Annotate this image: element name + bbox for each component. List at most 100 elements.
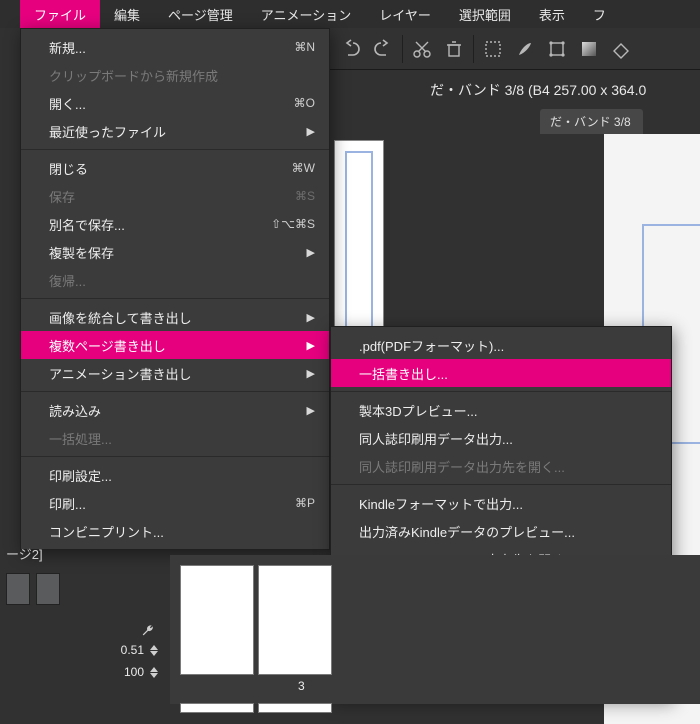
- page-thumb[interactable]: [180, 703, 254, 713]
- menu-animation[interactable]: アニメーション: [247, 0, 365, 28]
- submenu-arrow-icon: ▶: [307, 404, 315, 417]
- submenu-item[interactable]: .pdf(PDFフォーマット)...: [331, 331, 671, 359]
- menu-item[interactable]: 複製を保存▶: [21, 238, 329, 266]
- submenu-item[interactable]: 製本3Dプレビュー...: [331, 396, 671, 424]
- menu-separator: [331, 391, 671, 392]
- menu-item-label: 印刷設定...: [49, 466, 315, 485]
- menu-item[interactable]: 印刷...⌘P: [21, 489, 329, 517]
- page-tab-label[interactable]: ージ2]: [6, 544, 43, 563]
- menu-item[interactable]: 閉じる⌘W: [21, 154, 329, 182]
- document-title: だ・バンド 3/8 (B4 257.00 x 364.0: [430, 80, 646, 100]
- menu-item[interactable]: 新規...⌘N: [21, 33, 329, 61]
- menu-item[interactable]: アニメーション書き出し▶: [21, 359, 329, 387]
- tool-undo[interactable]: [336, 34, 366, 64]
- menu-item-label: 画像を統合して書き出し: [49, 308, 307, 327]
- menu-file[interactable]: ファイル: [20, 0, 100, 28]
- menu-separator: [331, 484, 671, 485]
- submenu-arrow-icon: ▶: [307, 339, 315, 352]
- canvas-page-bg: [334, 140, 384, 340]
- menu-item: 復帰...: [21, 266, 329, 294]
- menu-item-label: 最近使ったファイル: [49, 122, 307, 141]
- page-strip: 3: [170, 555, 700, 704]
- page-thumb[interactable]: [258, 703, 332, 713]
- thumb[interactable]: [6, 573, 30, 605]
- menu-edit[interactable]: 編集: [100, 0, 154, 28]
- menu-item[interactable]: 読み込み▶: [21, 396, 329, 424]
- menu-shortcut: ⌘O: [294, 96, 315, 110]
- submenu-item-label: Kindleフォーマットで出力...: [359, 494, 523, 513]
- tool-cut[interactable]: [407, 34, 437, 64]
- menubar: ファイル 編集 ページ管理 アニメーション レイヤー 選択範囲 表示 フ: [0, 0, 700, 28]
- menu-shortcut: ⌘S: [295, 189, 315, 203]
- menu-item[interactable]: 画像を統合して書き出し▶: [21, 303, 329, 331]
- submenu-item: 同人誌印刷用データ出力先を開く...: [331, 452, 671, 480]
- tool-marquee[interactable]: [478, 34, 508, 64]
- tab-row: だ・バンド 3/8: [540, 106, 643, 134]
- submenu-arrow-icon: ▶: [307, 367, 315, 380]
- file-menu: 新規...⌘Nクリップボードから新規作成開く...⌘O最近使ったファイル▶閉じる…: [20, 28, 330, 550]
- toolbar-separator: [402, 35, 403, 63]
- menu-shortcut: ⌘N: [294, 40, 315, 54]
- menu-item[interactable]: 最近使ったファイル▶: [21, 117, 329, 145]
- menu-item-label: アニメーション書き出し: [49, 364, 307, 383]
- menu-item-label: 新規...: [49, 38, 294, 57]
- submenu-item-label: 一括書き出し...: [359, 364, 448, 383]
- menu-item[interactable]: 印刷設定...: [21, 461, 329, 489]
- wrench-icon[interactable]: [140, 621, 158, 639]
- submenu-item[interactable]: 一括書き出し...: [331, 359, 671, 387]
- menu-item-label: 一括処理...: [49, 429, 315, 448]
- thumb[interactable]: [36, 573, 60, 605]
- submenu-item-label: 製本3Dプレビュー...: [359, 401, 477, 420]
- tool-fill[interactable]: [606, 34, 636, 64]
- submenu-item[interactable]: Kindleフォーマットで出力...: [331, 489, 671, 517]
- menu-separator: [21, 149, 329, 150]
- menu-item: クリップボードから新規作成: [21, 61, 329, 89]
- menu-item: 一括処理...: [21, 424, 329, 452]
- menu-item-label: 開く...: [49, 94, 294, 113]
- menu-item-label: 印刷...: [49, 494, 295, 513]
- submenu-item-label: 同人誌印刷用データ出力先を開く...: [359, 457, 565, 476]
- menu-view[interactable]: 表示: [525, 0, 579, 28]
- submenu-item-label: 同人誌印刷用データ出力...: [359, 429, 513, 448]
- menu-shortcut: ⌘W: [292, 161, 315, 175]
- page-thumb[interactable]: [180, 565, 254, 675]
- tool-transform[interactable]: [542, 34, 572, 64]
- tool-redo[interactable]: [368, 34, 398, 64]
- menu-item-label: クリップボードから新規作成: [49, 66, 315, 85]
- menu-item-label: コンビニプリント...: [49, 522, 315, 541]
- opacity-value: 100: [110, 665, 144, 679]
- menu-item-label: 保存: [49, 187, 295, 206]
- menu-item-label: 別名で保存...: [49, 215, 271, 234]
- menu-shortcut: ⇧⌥⌘S: [271, 217, 315, 231]
- menu-item[interactable]: 開く...⌘O: [21, 89, 329, 117]
- menu-item[interactable]: 複数ページ書き出し▶: [21, 331, 329, 359]
- page-number: 3: [298, 679, 305, 693]
- menu-separator: [21, 391, 329, 392]
- submenu-item[interactable]: 同人誌印刷用データ出力...: [331, 424, 671, 452]
- page-thumb[interactable]: [258, 565, 332, 675]
- submenu-item[interactable]: 出力済みKindleデータのプレビュー...: [331, 517, 671, 545]
- stepper-icon[interactable]: [150, 667, 158, 678]
- toolbar: [330, 28, 700, 70]
- menu-layer[interactable]: レイヤー: [365, 0, 445, 28]
- menu-page[interactable]: ページ管理: [154, 0, 247, 28]
- menu-item[interactable]: 別名で保存...⇧⌥⌘S: [21, 210, 329, 238]
- menu-more[interactable]: フ: [579, 0, 620, 28]
- menu-separator: [21, 298, 329, 299]
- menu-item-label: 復帰...: [49, 271, 315, 290]
- menu-selection[interactable]: 選択範囲: [445, 0, 525, 28]
- zoom-value: 0.51: [110, 643, 144, 657]
- tab-document[interactable]: だ・バンド 3/8: [540, 109, 643, 134]
- menu-item: 保存⌘S: [21, 182, 329, 210]
- tool-delete[interactable]: [439, 34, 469, 64]
- menu-item-label: 閉じる: [49, 159, 292, 178]
- menu-separator: [21, 456, 329, 457]
- submenu-item-label: 出力済みKindleデータのプレビュー...: [359, 522, 575, 541]
- stepper-icon[interactable]: [150, 645, 158, 656]
- tool-brush[interactable]: [510, 34, 540, 64]
- submenu-arrow-icon: ▶: [307, 246, 315, 259]
- submenu-item-label: .pdf(PDFフォーマット)...: [359, 336, 504, 355]
- tool-gradient[interactable]: [574, 34, 604, 64]
- menu-item-label: 複数ページ書き出し: [49, 336, 307, 355]
- menu-shortcut: ⌘P: [295, 496, 315, 510]
